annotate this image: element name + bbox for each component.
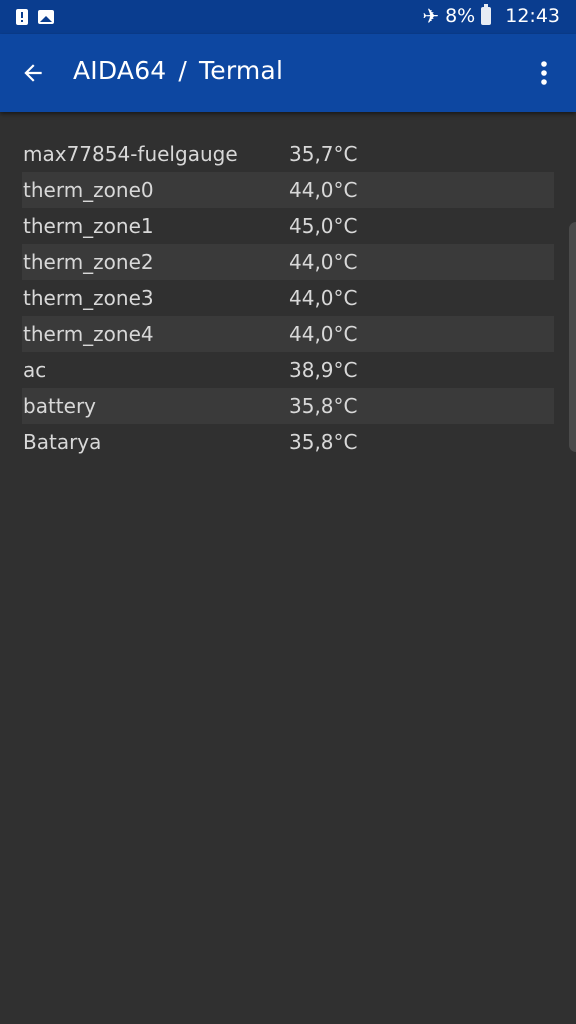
sensor-value: 35,7°C bbox=[289, 142, 358, 166]
list-item: Batarya 35,8°C bbox=[22, 424, 554, 460]
page-title: AIDA64 / Termal bbox=[73, 56, 283, 85]
sensor-list: max77854-fuelgauge 35,7°C therm_zone0 44… bbox=[22, 136, 554, 460]
list-item: therm_zone2 44,0°C bbox=[22, 244, 554, 280]
status-bar: ✈ 8% 12:43 bbox=[0, 0, 576, 34]
list-item: therm_zone0 44,0°C bbox=[22, 172, 554, 208]
list-item: therm_zone1 45,0°C bbox=[22, 208, 554, 244]
list-item: battery 35,8°C bbox=[22, 388, 554, 424]
sensor-value: 45,0°C bbox=[289, 214, 358, 238]
section-name: Termal bbox=[199, 56, 284, 85]
sensor-value: 35,8°C bbox=[289, 430, 358, 454]
app-bar: AIDA64 / Termal bbox=[0, 34, 576, 112]
image-notification-icon bbox=[38, 10, 54, 24]
alert-icon bbox=[16, 9, 28, 25]
sensor-value: 44,0°C bbox=[289, 322, 358, 346]
list-item: ac 38,9°C bbox=[22, 352, 554, 388]
sensor-name: therm_zone3 bbox=[23, 286, 154, 310]
breadcrumb-separator: / bbox=[178, 56, 188, 85]
sensor-name: ac bbox=[23, 358, 47, 382]
sensor-name: therm_zone0 bbox=[23, 178, 154, 202]
back-button[interactable] bbox=[10, 50, 56, 96]
sensor-name: Batarya bbox=[23, 430, 102, 454]
more-vert-icon bbox=[541, 61, 547, 85]
edge-panel-handle[interactable] bbox=[569, 222, 576, 452]
sensor-name: max77854-fuelgauge bbox=[23, 142, 238, 166]
sensor-value: 44,0°C bbox=[289, 250, 358, 274]
list-item: therm_zone3 44,0°C bbox=[22, 280, 554, 316]
list-item: max77854-fuelgauge 35,7°C bbox=[22, 136, 554, 172]
sensor-value: 35,8°C bbox=[289, 394, 358, 418]
back-arrow-icon bbox=[24, 64, 42, 82]
sensor-value: 38,9°C bbox=[289, 358, 358, 382]
list-item: therm_zone4 44,0°C bbox=[22, 316, 554, 352]
sensor-value: 44,0°C bbox=[289, 286, 358, 310]
sensor-name: therm_zone2 bbox=[23, 250, 154, 274]
clock: 12:43 bbox=[505, 5, 560, 27]
app-name: AIDA64 bbox=[73, 56, 167, 85]
airplane-mode-icon: ✈ bbox=[422, 4, 440, 28]
more-options-button[interactable] bbox=[526, 54, 562, 92]
sensor-value: 44,0°C bbox=[289, 178, 358, 202]
sensor-name: therm_zone4 bbox=[23, 322, 154, 346]
battery-percent: 8% bbox=[445, 5, 476, 27]
sensor-name: therm_zone1 bbox=[23, 214, 154, 238]
sensor-name: battery bbox=[23, 394, 96, 418]
battery-icon bbox=[481, 4, 492, 25]
